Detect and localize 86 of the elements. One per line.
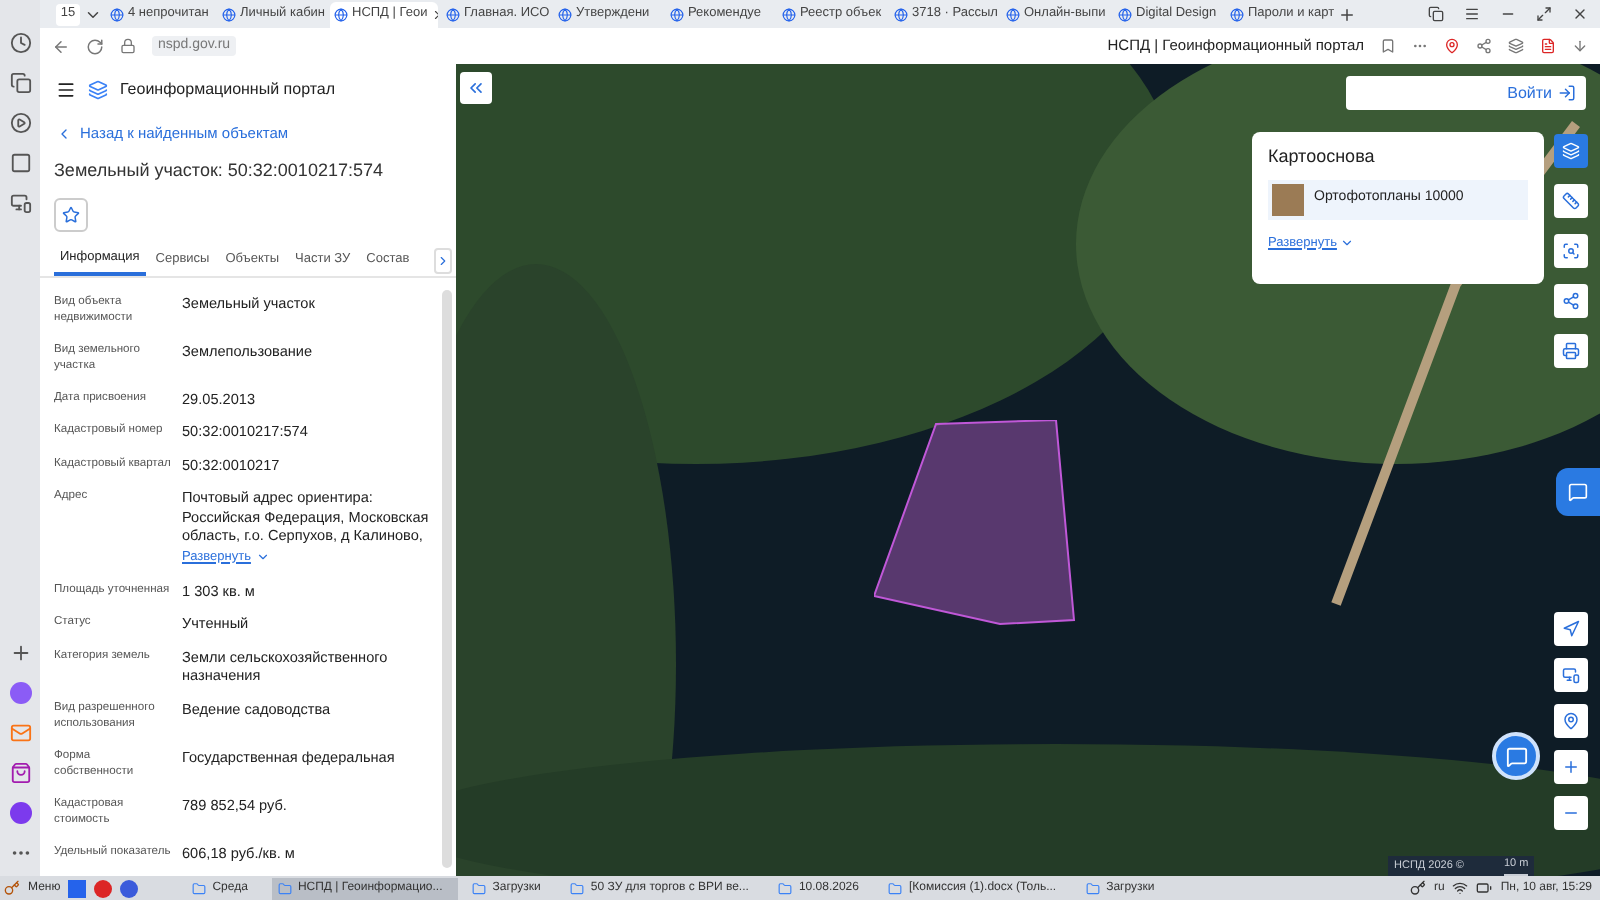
- search-place-button[interactable]: [1554, 704, 1588, 738]
- layers-button[interactable]: [1554, 134, 1588, 168]
- assistant-icon[interactable]: [9, 802, 31, 824]
- folder-icon: [778, 881, 793, 895]
- extension-icon[interactable]: [1508, 38, 1524, 54]
- printer-icon: [1562, 342, 1580, 360]
- layers-icon: [1562, 142, 1580, 160]
- scrollbar[interactable]: [442, 289, 452, 868]
- folder-icon: [1086, 881, 1101, 895]
- bag-icon[interactable]: [9, 762, 31, 784]
- menu-logo-icon: [4, 880, 20, 896]
- pin-icon: [1562, 712, 1580, 730]
- collapse-panel-button[interactable]: [460, 72, 492, 104]
- site-icon: [558, 7, 572, 21]
- site-icon: [1118, 7, 1132, 21]
- folder-icon: [192, 881, 207, 895]
- network-icon: [1452, 880, 1469, 896]
- back-icon[interactable]: [52, 37, 70, 55]
- tabs-icon: [9, 72, 31, 94]
- share-button[interactable]: [1554, 284, 1588, 318]
- zoom-in-button[interactable]: [1554, 750, 1588, 784]
- select-area-button[interactable]: [1554, 234, 1588, 268]
- assistant-icon[interactable]: [9, 682, 31, 704]
- chat-icon: [1568, 482, 1588, 502]
- site-icon: [222, 7, 236, 21]
- monitor-icon: [1562, 666, 1580, 684]
- app-icon[interactable]: [68, 879, 87, 897]
- object-title: Земельный участок: 50:32:0010217:574: [52, 158, 385, 185]
- lock-icon: [120, 38, 136, 54]
- download-icon[interactable]: [1572, 38, 1588, 54]
- star-icon: [62, 205, 80, 224]
- key-icon: [1410, 880, 1427, 896]
- chat-icon: [1505, 745, 1527, 767]
- chevron-right-icon: [436, 253, 450, 268]
- folder-icon: [570, 881, 585, 895]
- double-chevron-icon: [466, 78, 486, 98]
- play-icon: [9, 112, 31, 134]
- tabs-scroll-button[interactable]: [434, 247, 452, 274]
- share-icon: [1562, 292, 1580, 310]
- locate-button[interactable]: [1554, 612, 1588, 646]
- folder-icon: [277, 881, 292, 895]
- login-button[interactable]: Войти: [1346, 76, 1586, 110]
- chevron-left-icon: [56, 125, 72, 142]
- site-icon: [110, 7, 124, 21]
- layer-thumbnail: [1272, 183, 1304, 215]
- battery-icon: [1476, 880, 1493, 896]
- site-icon: [782, 7, 796, 21]
- site-icon: [1230, 7, 1244, 21]
- parcel-polygon[interactable]: [874, 420, 1076, 626]
- new-tab-icon[interactable]: [1338, 5, 1356, 23]
- chat-button[interactable]: [1492, 732, 1540, 780]
- reload-icon[interactable]: [86, 37, 104, 55]
- site-icon: [894, 7, 908, 21]
- folder-icon: [472, 881, 487, 895]
- add-icon: [9, 642, 31, 664]
- zoom-out-button[interactable]: [1554, 796, 1588, 830]
- bookmark-icon[interactable]: [1380, 38, 1396, 54]
- plus-icon: [1562, 758, 1580, 776]
- assistant-side-button[interactable]: [1556, 468, 1600, 516]
- print-button[interactable]: [1554, 334, 1588, 368]
- maximize-icon[interactable]: [1536, 6, 1552, 22]
- screen-button[interactable]: [1554, 658, 1588, 692]
- site-icon: [1006, 7, 1020, 21]
- devices-icon: [9, 192, 31, 214]
- login-icon: [1558, 84, 1576, 102]
- collections-icon[interactable]: [1428, 6, 1444, 22]
- menu-icon[interactable]: [56, 80, 76, 100]
- site-icon: [446, 7, 460, 21]
- chevron-down-icon: [256, 550, 271, 565]
- folder-icon: [888, 881, 903, 895]
- chevron-down-icon: [1340, 235, 1355, 250]
- site-icon: [670, 7, 684, 21]
- navigation-icon: [1562, 620, 1580, 638]
- app-title: Геоинформационный портал: [120, 78, 336, 102]
- extension-icon[interactable]: [1540, 38, 1556, 54]
- basemap-title: Картооснова: [1268, 144, 1377, 170]
- favorite-button[interactable]: [54, 197, 88, 232]
- ruler-button[interactable]: [1554, 184, 1588, 218]
- extension-icon[interactable]: [1444, 38, 1460, 54]
- ruler-icon: [1562, 192, 1580, 210]
- portal-logo-icon: [88, 80, 108, 100]
- extension-icon[interactable]: [1476, 38, 1492, 54]
- scan-icon: [1562, 242, 1580, 260]
- history-icon: [9, 32, 31, 54]
- menu-icon[interactable]: [1464, 6, 1480, 22]
- site-icon: [334, 7, 348, 21]
